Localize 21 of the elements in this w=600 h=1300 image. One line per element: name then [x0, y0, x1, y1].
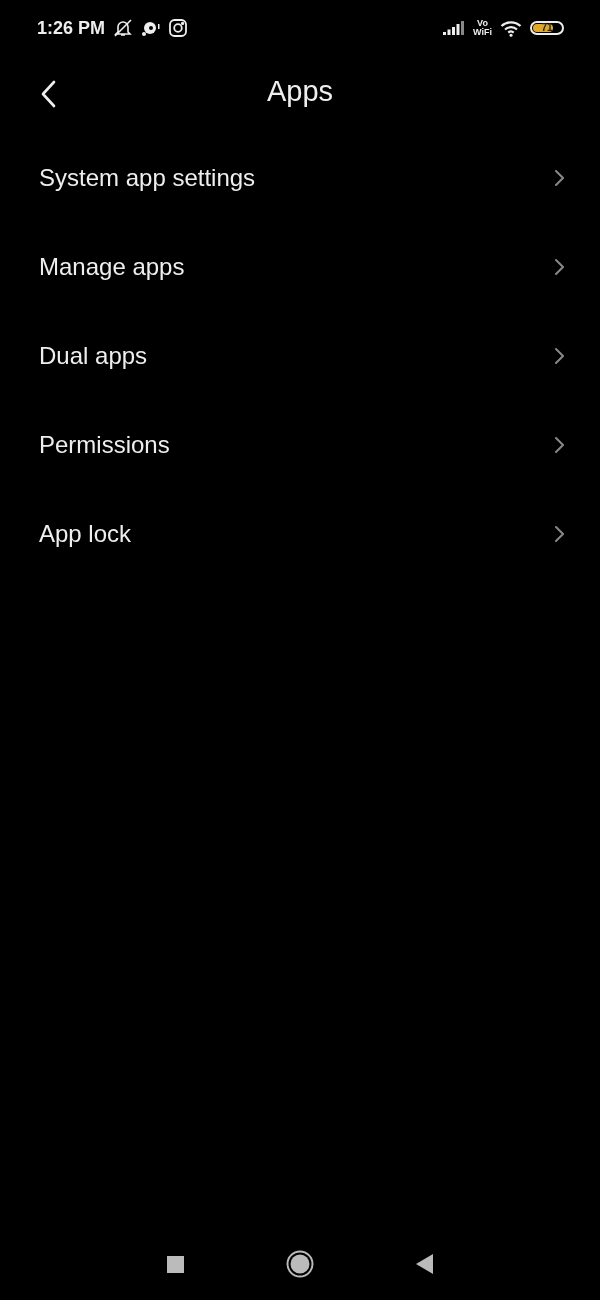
- settings-item[interactable]: Dual apps: [0, 311, 600, 400]
- chevron-right-icon: [554, 257, 564, 276]
- settings-item[interactable]: Permissions: [0, 400, 600, 489]
- bell-off-icon: [113, 18, 134, 38]
- settings-item[interactable]: Manage apps: [0, 222, 600, 311]
- camera-icon: [169, 19, 188, 37]
- chevron-right-icon: [554, 168, 564, 187]
- settings-item[interactable]: System app settings: [0, 133, 600, 222]
- chevron-right-icon: [554, 435, 564, 454]
- recents-button[interactable]: [167, 1255, 184, 1273]
- page-title: Apps: [266, 74, 334, 108]
- battery-percent: 71: [540, 22, 554, 33]
- settings-item[interactable]: App lock: [0, 489, 600, 578]
- back-nav-button[interactable]: [416, 1254, 433, 1274]
- vowifi-label: Vo WiFi: [473, 19, 492, 37]
- signal-icon: [443, 21, 466, 35]
- chevron-right-icon: [554, 524, 564, 543]
- home-button[interactable]: [286, 1250, 314, 1278]
- chevron-right-icon: [554, 346, 564, 365]
- clock-time: 1:26 PM: [37, 17, 106, 39]
- wifi-icon: [500, 19, 522, 37]
